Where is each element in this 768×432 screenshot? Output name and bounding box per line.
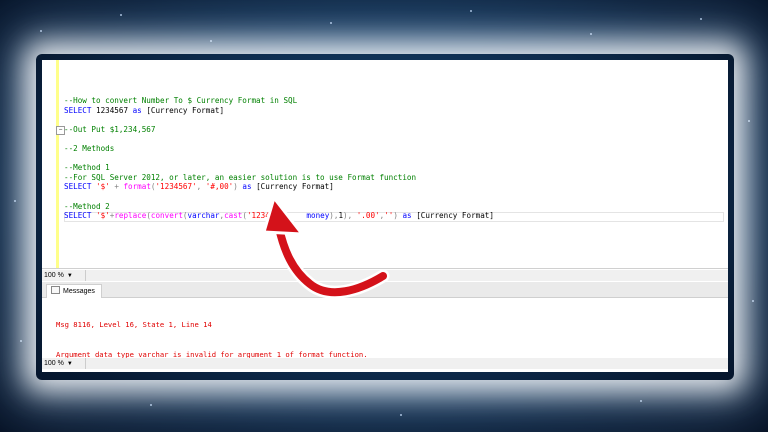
- red-curved-arrow: [262, 196, 390, 299]
